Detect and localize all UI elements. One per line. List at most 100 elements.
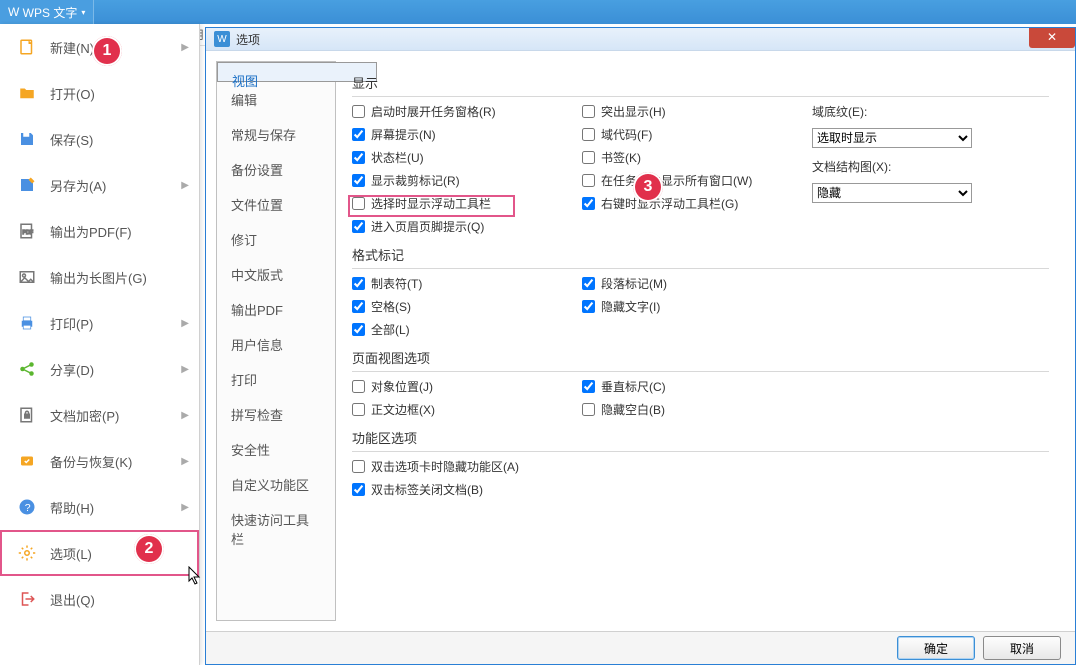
opt-icon — [18, 544, 36, 562]
checkbox-input[interactable] — [352, 220, 365, 233]
menu-item-label: 帮助(H) — [50, 498, 181, 517]
checkbox-input[interactable] — [582, 128, 595, 141]
sidebar-category[interactable]: 拼写检查 — [217, 397, 335, 432]
checkbox-input[interactable] — [352, 277, 365, 290]
checkbox-option[interactable]: 双击选项卡时隐藏功能区(A) — [352, 458, 752, 475]
checkbox-input[interactable] — [352, 151, 365, 164]
file-menu-item[interactable]: 打印(P)▶ — [0, 300, 199, 346]
checkbox-option[interactable]: 状态栏(U) — [352, 149, 582, 166]
file-menu-item[interactable]: 文档加密(P)▶ — [0, 392, 199, 438]
checkbox-option[interactable]: 域代码(F) — [582, 126, 812, 143]
sidebar-category[interactable]: 修订 — [217, 222, 335, 257]
wps-app-button[interactable]: W WPS 文字 ▾ — [0, 0, 94, 24]
checkbox-option[interactable]: 垂直标尺(C) — [582, 378, 812, 395]
checkbox-option[interactable]: 双击标签关闭文档(B) — [352, 481, 752, 498]
svg-text:?: ? — [25, 502, 31, 514]
checkbox-option[interactable]: 空格(S) — [352, 298, 582, 315]
checkbox-option[interactable]: 突出显示(H) — [582, 103, 812, 120]
section-title-ribbonopt: 功能区选项 — [352, 428, 1049, 447]
checkbox-option[interactable]: 段落标记(M) — [582, 275, 812, 292]
file-menu-item[interactable]: ?帮助(H)▶ — [0, 484, 199, 530]
sidebar-category[interactable]: 用户信息 — [217, 327, 335, 362]
menu-item-label: 输出为长图片(G) — [50, 268, 189, 287]
checkbox-option[interactable]: 屏幕提示(N) — [352, 126, 582, 143]
ok-button[interactable]: 确定 — [897, 636, 975, 660]
file-menu-item[interactable]: 选项(L) — [0, 530, 199, 576]
checkbox-label: 正文边框(X) — [371, 401, 435, 418]
checkbox-label: 状态栏(U) — [371, 149, 424, 166]
menu-item-label: 退出(Q) — [50, 590, 189, 609]
chevron-right-icon: ▶ — [181, 42, 189, 53]
checkbox-option[interactable]: 全部(L) — [352, 321, 582, 338]
callout-1: 1 — [92, 36, 122, 66]
sidebar-category[interactable]: 常规与保存 — [217, 117, 335, 152]
pdf-icon: PDF — [18, 222, 36, 240]
section-title-format: 格式标记 — [352, 245, 1049, 264]
checkbox-input[interactable] — [582, 300, 595, 313]
checkbox-input[interactable] — [582, 380, 595, 393]
checkbox-option[interactable]: 正文边框(X) — [352, 401, 582, 418]
callout-2: 2 — [134, 534, 164, 564]
file-menu-item[interactable]: 打开(O) — [0, 70, 199, 116]
file-menu-item[interactable]: 另存为(A)▶ — [0, 162, 199, 208]
dialog-title: 选项 — [236, 31, 260, 48]
checkbox-label: 屏幕提示(N) — [371, 126, 436, 143]
sidebar-category[interactable]: 备份设置 — [217, 152, 335, 187]
field-shading-select[interactable]: 选取时显示 — [812, 128, 972, 148]
cancel-button[interactable]: 取消 — [983, 636, 1061, 660]
checkbox-option[interactable]: 选择时显示浮动工具栏 — [352, 195, 582, 212]
checkbox-input[interactable] — [352, 460, 365, 473]
checkbox-input[interactable] — [582, 277, 595, 290]
chevron-right-icon: ▶ — [181, 410, 189, 421]
checkbox-input[interactable] — [352, 105, 365, 118]
checkbox-option[interactable]: 对象位置(J) — [352, 378, 582, 395]
checkbox-input[interactable] — [352, 128, 365, 141]
checkbox-option[interactable]: 制表符(T) — [352, 275, 582, 292]
file-menu-item[interactable]: 退出(Q) — [0, 576, 199, 622]
sidebar-category[interactable]: 中文版式 — [217, 257, 335, 292]
checkbox-input[interactable] — [352, 197, 365, 210]
file-menu-item[interactable]: 输出为长图片(G) — [0, 254, 199, 300]
checkbox-input[interactable] — [352, 300, 365, 313]
checkbox-input[interactable] — [582, 174, 595, 187]
menu-item-label: 备份与恢复(K) — [50, 452, 181, 471]
checkbox-input[interactable] — [352, 174, 365, 187]
checkbox-input[interactable] — [582, 151, 595, 164]
help-icon: ? — [18, 498, 36, 516]
checkbox-input[interactable] — [352, 323, 365, 336]
sidebar-category[interactable]: 文件位置 — [217, 187, 335, 222]
checkbox-input[interactable] — [352, 403, 365, 416]
checkbox-input[interactable] — [582, 403, 595, 416]
sidebar-category[interactable]: 输出PDF — [217, 292, 335, 327]
checkbox-option[interactable]: 书签(K) — [582, 149, 812, 166]
checkbox-input[interactable] — [582, 105, 595, 118]
saveas-icon — [18, 176, 36, 194]
checkbox-label: 域代码(F) — [601, 126, 652, 143]
checkbox-option[interactable]: 启动时展开任务窗格(R) — [352, 103, 582, 120]
checkbox-option[interactable]: 隐藏文字(I) — [582, 298, 812, 315]
file-menu-item[interactable]: 分享(D)▶ — [0, 346, 199, 392]
close-button[interactable]: ✕ — [1029, 28, 1075, 48]
wps-logo-icon: W — [214, 31, 230, 47]
checkbox-label: 启动时展开任务窗格(R) — [371, 103, 496, 120]
checkbox-option[interactable]: 右键时显示浮动工具栏(G) — [582, 195, 812, 212]
checkbox-input[interactable] — [352, 380, 365, 393]
sidebar-category[interactable]: 打印 — [217, 362, 335, 397]
checkbox-option[interactable]: 隐藏空白(B) — [582, 401, 812, 418]
img-icon — [18, 268, 36, 286]
file-menu-item[interactable]: 保存(S) — [0, 116, 199, 162]
checkbox-option[interactable]: 在任务栏中显示所有窗口(W) — [582, 172, 812, 189]
checkbox-label: 双击选项卡时隐藏功能区(A) — [371, 458, 519, 475]
file-menu-item[interactable]: 备份与恢复(K)▶ — [0, 438, 199, 484]
checkbox-label: 空格(S) — [371, 298, 411, 315]
sidebar-category[interactable]: 安全性 — [217, 432, 335, 467]
checkbox-input[interactable] — [352, 483, 365, 496]
sidebar-category[interactable]: 快速访问工具栏 — [217, 502, 335, 556]
doc-map-select[interactable]: 隐藏 — [812, 183, 972, 203]
checkbox-input[interactable] — [582, 197, 595, 210]
checkbox-option[interactable]: 进入页眉页脚提示(Q) — [352, 218, 582, 235]
checkbox-label: 突出显示(H) — [601, 103, 666, 120]
file-menu-item[interactable]: PDF输出为PDF(F) — [0, 208, 199, 254]
sidebar-category[interactable]: 自定义功能区 — [217, 467, 335, 502]
checkbox-option[interactable]: 显示裁剪标记(R) — [352, 172, 582, 189]
